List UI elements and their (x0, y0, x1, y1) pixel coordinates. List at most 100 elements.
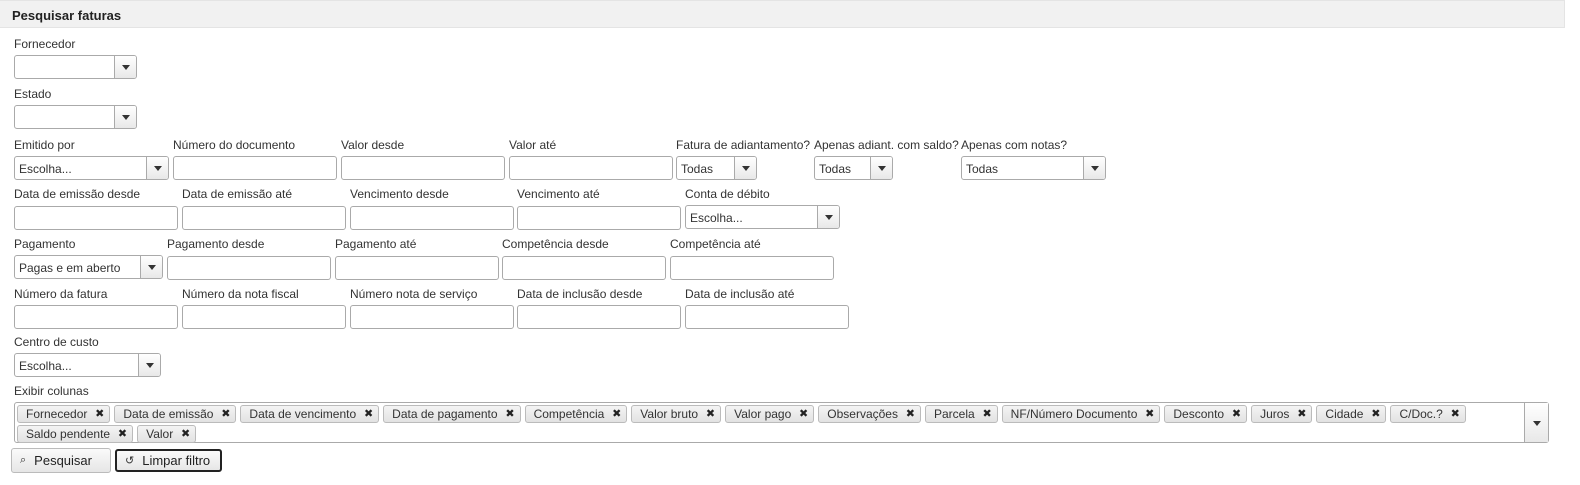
column-chip-label: Valor (146, 427, 174, 441)
remove-icon[interactable]: ✖ (906, 406, 915, 422)
numero-documento-input[interactable] (173, 156, 337, 180)
column-chip-label: Cidade (1325, 407, 1364, 421)
data-inclusao-desde-input[interactable] (517, 305, 681, 329)
columns-multiselect[interactable]: Fornecedor ✖ Data de emissão ✖ Data de venci… (14, 402, 1549, 443)
apenas-com-notas-label: Apenas com notas? (961, 138, 1068, 152)
centro-custo-select[interactable]: Escolha... (14, 353, 161, 377)
vencimento-desde-input[interactable] (350, 206, 514, 230)
remove-icon[interactable]: ✖ (118, 426, 127, 442)
vencimento-ate-input[interactable] (517, 206, 681, 230)
valor-ate-label: Valor até (509, 138, 557, 152)
column-chip-label: Data de pagamento (392, 407, 498, 421)
data-inclusao-ate-input[interactable] (685, 305, 849, 329)
column-chip-label: Competência (533, 407, 605, 421)
chevron-down-icon (140, 256, 162, 278)
search-icon: ⌕ (20, 454, 27, 466)
fornecedor-label: Fornecedor (14, 37, 76, 51)
column-chip: NF/Número Documento ✖ (1001, 405, 1161, 423)
column-chip-label: Parcela (933, 407, 975, 421)
column-chip-label: Data de emissão (123, 407, 214, 421)
column-chip: Competência ✖ (524, 405, 628, 423)
apenas-com-notas-value: Todas (966, 162, 999, 176)
centro-custo-value: Escolha... (19, 359, 72, 373)
chevron-down-icon (870, 157, 892, 179)
remove-icon[interactable]: ✖ (505, 406, 514, 422)
chevron-down-icon (138, 354, 160, 376)
numero-fatura-label: Número da fatura (14, 287, 108, 301)
apenas-adiant-saldo-select[interactable]: Todas (814, 156, 893, 180)
remove-icon[interactable]: ✖ (612, 406, 621, 422)
column-chip-label: Fornecedor (26, 407, 88, 421)
chevron-down-icon[interactable] (1524, 403, 1548, 442)
data-emissao-ate-input[interactable] (182, 206, 346, 230)
competencia-desde-label: Competência desde (502, 237, 609, 251)
reset-icon: ↺ (125, 455, 135, 467)
numero-nota-servico-input[interactable] (350, 305, 514, 329)
numero-nota-fiscal-input[interactable] (182, 305, 346, 329)
emitido-por-value: Escolha... (19, 162, 72, 176)
emitido-por-select[interactable]: Escolha... (14, 156, 169, 180)
remove-icon[interactable]: ✖ (1145, 406, 1154, 422)
column-chip-label: Juros (1260, 407, 1290, 421)
column-chip: Valor bruto ✖ (631, 405, 722, 423)
search-button[interactable]: ⌕ Pesquisar (11, 448, 111, 473)
data-emissao-ate-label: Data de emissão até (182, 187, 293, 201)
remove-icon[interactable]: ✖ (1451, 406, 1460, 422)
conta-debito-label: Conta de débito (685, 187, 770, 201)
competencia-desde-input[interactable] (502, 256, 666, 280)
column-chip: Juros ✖ (1251, 405, 1313, 423)
page-title: Pesquisar faturas (12, 8, 122, 23)
data-emissao-desde-input[interactable] (14, 206, 178, 230)
remove-icon[interactable]: ✖ (799, 406, 808, 422)
fatura-adiantamento-label: Fatura de adiantamento? (676, 138, 811, 152)
remove-icon[interactable]: ✖ (181, 426, 190, 442)
column-chip: Fornecedor ✖ (17, 405, 111, 423)
column-chip: Saldo pendente ✖ (17, 425, 134, 443)
vencimento-ate-label: Vencimento até (517, 187, 600, 201)
centro-custo-label: Centro de custo (14, 335, 99, 349)
remove-icon[interactable]: ✖ (1297, 406, 1306, 422)
column-chip: Data de pagamento ✖ (383, 405, 521, 423)
fornecedor-select[interactable] (14, 55, 137, 79)
column-chip-label: Desconto (1173, 407, 1225, 421)
column-chip-label: Saldo pendente (26, 427, 111, 441)
numero-fatura-input[interactable] (14, 305, 178, 329)
column-chip-label: Data de vencimento (249, 407, 357, 421)
panel-header: Pesquisar faturas (0, 0, 1565, 28)
conta-debito-select[interactable]: Escolha... (685, 205, 840, 229)
clear-filter-button[interactable]: ↺ Limpar filtro (115, 449, 222, 472)
column-chip: Valor pago ✖ (725, 405, 815, 423)
competencia-ate-input[interactable] (670, 256, 834, 280)
pagamento-desde-input[interactable] (167, 256, 331, 280)
remove-icon[interactable]: ✖ (364, 406, 373, 422)
apenas-com-notas-select[interactable]: Todas (961, 156, 1106, 180)
fatura-adiantamento-select[interactable]: Todas (676, 156, 757, 180)
pagamento-ate-input[interactable] (335, 256, 499, 280)
chevron-down-icon (146, 157, 168, 179)
numero-documento-label: Número do documento (173, 138, 296, 152)
column-chip-label: C/Doc.? (1399, 407, 1443, 421)
chevron-down-icon (114, 56, 136, 78)
remove-icon[interactable]: ✖ (982, 406, 991, 422)
pagamento-ate-label: Pagamento até (335, 237, 417, 251)
remove-icon[interactable]: ✖ (1232, 406, 1241, 422)
chevron-down-icon (817, 206, 839, 228)
remove-icon[interactable]: ✖ (1371, 406, 1380, 422)
remove-icon[interactable]: ✖ (95, 406, 104, 422)
column-chip: Parcela ✖ (924, 405, 998, 423)
remove-icon[interactable]: ✖ (706, 406, 715, 422)
column-chip: Desconto ✖ (1164, 405, 1248, 423)
valor-ate-input[interactable] (509, 156, 673, 180)
fatura-adiantamento-value: Todas (681, 162, 714, 176)
pagamento-select[interactable]: Pagas e em aberto (14, 255, 163, 279)
remove-icon[interactable]: ✖ (221, 406, 230, 422)
chevron-down-icon (114, 106, 136, 128)
column-chip: Valor ✖ (137, 425, 197, 443)
apenas-adiant-saldo-label: Apenas adiant. com saldo? (814, 138, 959, 152)
data-inclusao-desde-label: Data de inclusão desde (517, 287, 643, 301)
estado-select[interactable] (14, 105, 137, 129)
numero-nota-servico-label: Número nota de serviço (350, 287, 478, 301)
columns-label: Exibir colunas (14, 384, 89, 398)
search-button-label: Pesquisar (34, 453, 92, 468)
valor-desde-input[interactable] (341, 156, 505, 180)
